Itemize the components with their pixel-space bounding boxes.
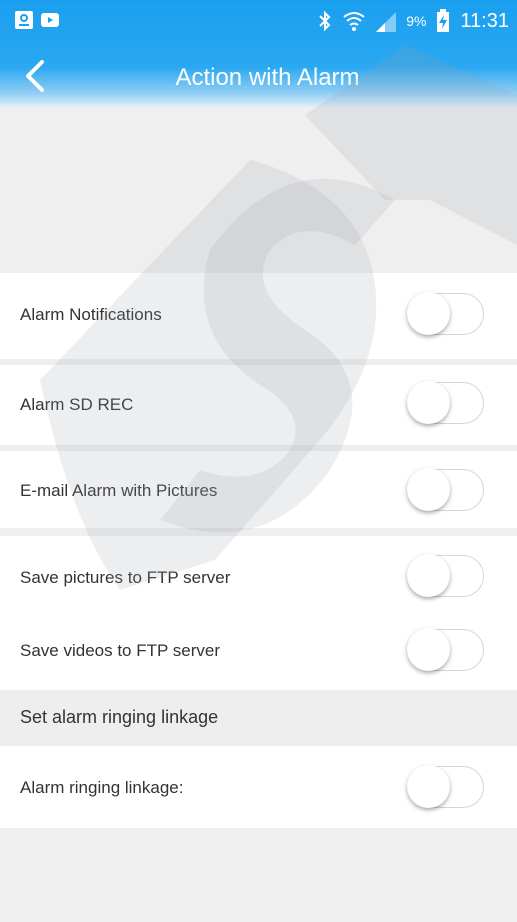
toggle-knob (407, 381, 450, 424)
email-alarm-toggle[interactable] (407, 468, 484, 511)
alarm-ringing-linkage-toggle[interactable] (407, 765, 484, 808)
setting-row-alarm-sd-rec: Alarm SD REC (0, 365, 517, 445)
setting-label: E-mail Alarm with Pictures (20, 481, 218, 500)
app-header: 9% 11:31 Action with Alarm (0, 0, 517, 108)
save-videos-ftp-toggle[interactable] (407, 628, 484, 671)
toggle-knob (407, 765, 450, 808)
setting-label: Alarm ringing linkage: (20, 778, 184, 797)
battery-percent: 9% (406, 13, 427, 29)
clock-time: 11:31 (460, 9, 509, 32)
setting-label: Alarm Notifications (20, 305, 162, 324)
title-bar: Action with Alarm (0, 50, 517, 106)
battery-charging-icon (437, 9, 450, 32)
setting-row-email-alarm: E-mail Alarm with Pictures (0, 451, 517, 528)
toggle-knob (407, 468, 450, 511)
toggle-knob (407, 628, 450, 671)
setting-row-save-videos-ftp: Save videos to FTP server (0, 616, 517, 690)
bluetooth-icon (319, 10, 331, 32)
setting-row-alarm-notifications: Alarm Notifications (0, 273, 517, 359)
setting-label: Save pictures to FTP server (20, 568, 231, 587)
setting-row-save-pictures-ftp: Save pictures to FTP server (0, 536, 517, 616)
setting-label: Save videos to FTP server (20, 641, 220, 660)
toggle-knob (407, 554, 450, 597)
settings-content: Alarm Notifications Alarm SD REC E-mail … (0, 108, 517, 922)
page-title: Action with Alarm (175, 64, 360, 91)
setting-row-alarm-ringing-linkage: Alarm ringing linkage: (0, 746, 517, 828)
alarm-sd-rec-toggle[interactable] (407, 381, 484, 424)
video-app-icon (41, 13, 59, 27)
wifi-icon (343, 12, 365, 31)
status-bar: 9% 11:31 (0, 0, 517, 42)
section-title: Set alarm ringing linkage (20, 707, 219, 727)
setting-label: Alarm SD REC (20, 395, 134, 414)
ringing-section-header: Set alarm ringing linkage (0, 690, 517, 746)
save-pictures-ftp-toggle[interactable] (407, 554, 484, 597)
alarm-notifications-toggle[interactable] (407, 292, 484, 335)
signal-icon (376, 12, 397, 32)
toggle-knob (407, 292, 450, 335)
notification-app-icon (15, 11, 33, 29)
